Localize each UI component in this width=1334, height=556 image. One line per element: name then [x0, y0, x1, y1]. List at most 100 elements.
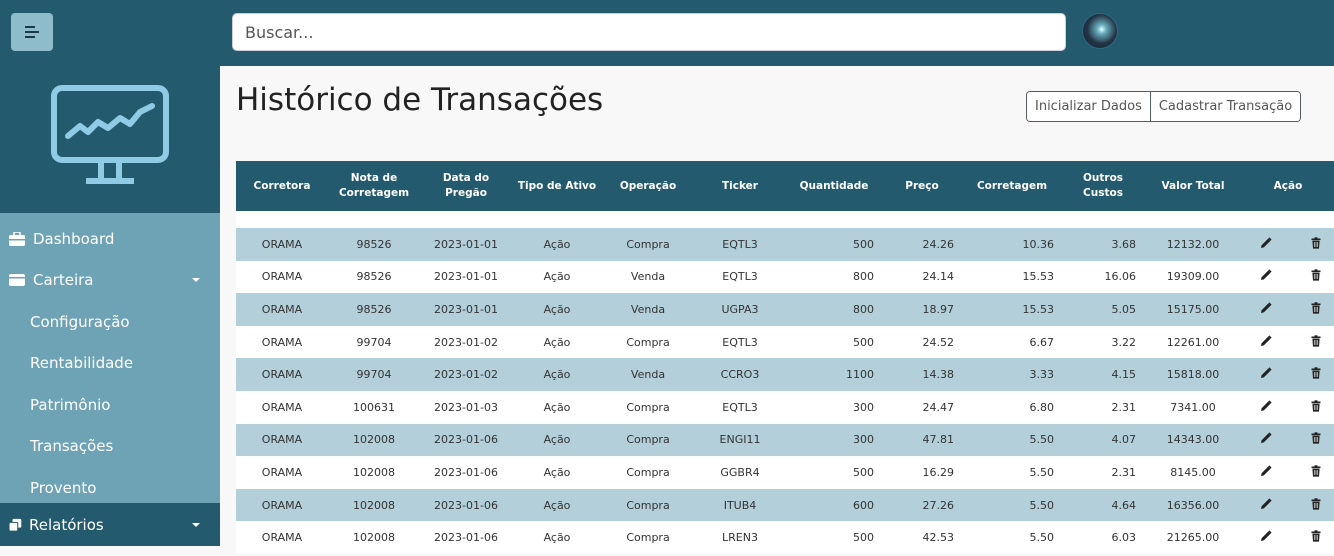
edit-pencil-icon[interactable] [1260, 302, 1272, 314]
cell-valor-total: 12261.00 [1166, 335, 1220, 349]
cell-ticker: UGPA3 [721, 302, 759, 316]
delete-trash-icon[interactable] [1310, 367, 1322, 379]
cell-outros-custos: 4.07 [1111, 433, 1137, 447]
cell-tipo: Ação [543, 465, 571, 479]
cell-nota: 98526 [356, 302, 392, 316]
edit-pencil-icon[interactable] [1260, 400, 1272, 412]
cell-tipo: Ação [543, 400, 571, 414]
column-header: Valor Total [1161, 179, 1225, 192]
cell-ticker: EQTL3 [722, 335, 758, 349]
table-row: ORAMA 102008 2023-01-06 Ação Compra LREN3 500 4… [236, 521, 1334, 554]
delete-trash-icon[interactable] [1310, 302, 1322, 314]
table-header-row: Corretora Nota de Corretagem Data do Pre… [236, 161, 1334, 211]
sidebar-nav: Dashboard Carteira Configuração Rentabil… [0, 213, 220, 503]
sidebar-item-label: Transações [30, 437, 114, 456]
edit-pencil-icon[interactable] [1260, 530, 1272, 542]
edit-pencil-icon[interactable] [1260, 237, 1272, 249]
cell-data: 2023-01-03 [434, 400, 498, 414]
cell-quantidade: 500 [853, 335, 874, 349]
sidebar-item-dashboard[interactable]: Dashboard [0, 218, 220, 260]
avatar[interactable] [1082, 13, 1118, 49]
delete-trash-icon[interactable] [1310, 432, 1322, 444]
cell-corretora: ORAMA [261, 531, 303, 545]
sidebar-item-rentabilidade[interactable]: Rentabilidade [0, 343, 220, 385]
cell-quantidade: 500 [853, 237, 874, 251]
cell-nota: 99704 [356, 335, 392, 349]
edit-pencil-icon[interactable] [1260, 465, 1272, 477]
edit-pencil-icon[interactable] [1260, 334, 1272, 347]
cell-preco: 24.26 [922, 237, 955, 251]
cell-nota: 98526 [356, 237, 392, 251]
sidebar-item-patrimonio[interactable]: Patrimônio [0, 384, 220, 426]
cell-ticker: LREN3 [722, 531, 758, 545]
column-header: Preço [905, 179, 939, 192]
cell-preco: 24.14 [922, 270, 955, 284]
sidebar-item-configuracao[interactable]: Configuração [0, 301, 220, 343]
table-row: ORAMA 99704 2023-01-02 Ação Venda CCRO3 1100 14… [236, 358, 1334, 391]
cell-quantidade: 500 [853, 465, 874, 479]
cell-data: 2023-01-01 [434, 302, 498, 316]
cell-corretora: ORAMA [261, 433, 303, 447]
cell-preco: 42.53 [922, 531, 955, 545]
action-button-group: Inicializar Dados Cadastrar Transação [1026, 91, 1302, 122]
cell-nota: 102008 [353, 433, 395, 447]
cell-corretagem: 15.53 [1022, 270, 1055, 284]
table-row: ORAMA 100631 2023-01-03 Ação Compra EQTL3 300 2… [236, 390, 1334, 424]
cell-valor-total: 21265.00 [1166, 531, 1220, 545]
edit-pencil-icon[interactable] [1260, 367, 1272, 379]
cell-valor-total: 15818.00 [1166, 368, 1220, 382]
delete-trash-icon[interactable] [1310, 530, 1322, 542]
cell-outros-custos: 5.05 [1111, 302, 1137, 316]
delete-trash-icon[interactable] [1310, 497, 1322, 510]
cell-operacao: Venda [630, 368, 666, 382]
column-header: Quantidade [799, 179, 869, 192]
search-input[interactable] [232, 13, 1066, 51]
cell-acao [1242, 424, 1334, 457]
cell-valor-total: 14343.00 [1166, 433, 1220, 447]
cell-operacao: Compra [626, 531, 670, 545]
delete-trash-icon[interactable] [1310, 400, 1322, 412]
cell-valor-total: 16356.00 [1166, 498, 1220, 512]
cell-preco: 14.38 [922, 368, 955, 382]
cell-corretora: ORAMA [261, 368, 303, 382]
delete-trash-icon[interactable] [1310, 465, 1322, 477]
cell-preco: 47.81 [922, 433, 955, 447]
column-header: Ticker [722, 179, 758, 192]
delete-trash-icon[interactable] [1310, 334, 1322, 347]
cell-data: 2023-01-06 [434, 465, 498, 479]
cell-nota: 98526 [356, 270, 392, 284]
cell-tipo: Ação [543, 498, 571, 512]
edit-pencil-icon[interactable] [1260, 497, 1272, 510]
register-transaction-button[interactable]: Cadastrar Transação [1149, 92, 1301, 121]
table-row: ORAMA 102008 2023-01-06 Ação Compra ITUB4 600 2… [236, 488, 1334, 522]
cell-operacao: Compra [626, 335, 670, 349]
cell-preco: 24.52 [922, 335, 955, 349]
delete-trash-icon[interactable] [1310, 237, 1322, 249]
column-header: Data do Pregão [442, 172, 490, 199]
cell-acao [1242, 228, 1334, 261]
menu-toggle-button[interactable] [11, 13, 53, 51]
copy-icon [9, 518, 22, 532]
sidebar-item-relatorios[interactable]: Relatórios [0, 503, 220, 546]
caret-down-icon [192, 523, 200, 527]
page-title: Histórico de Transações [236, 82, 604, 118]
cell-nota: 100631 [353, 400, 395, 414]
column-header: Outros Custos [1082, 172, 1124, 199]
column-header: Ação [1273, 179, 1303, 192]
cell-ticker: EQTL3 [722, 400, 758, 414]
cell-tipo: Ação [543, 531, 571, 545]
edit-pencil-icon[interactable] [1260, 432, 1272, 444]
cell-operacao: Compra [626, 498, 670, 512]
delete-trash-icon[interactable] [1310, 269, 1322, 281]
column-header: Corretagem [976, 179, 1048, 192]
initialize-data-button[interactable]: Inicializar Dados [1027, 92, 1150, 121]
cell-data: 2023-01-06 [434, 498, 498, 512]
cell-quantidade: 600 [853, 498, 874, 512]
top-bar [0, 0, 1334, 66]
cell-valor-total: 12132.00 [1166, 237, 1220, 251]
edit-pencil-icon[interactable] [1260, 269, 1272, 281]
sidebar-item-carteira[interactable]: Carteira [0, 260, 220, 302]
cell-operacao: Compra [626, 237, 670, 251]
sidebar-item-transacoes[interactable]: Transações [0, 426, 220, 468]
cell-data: 2023-01-06 [434, 531, 498, 545]
